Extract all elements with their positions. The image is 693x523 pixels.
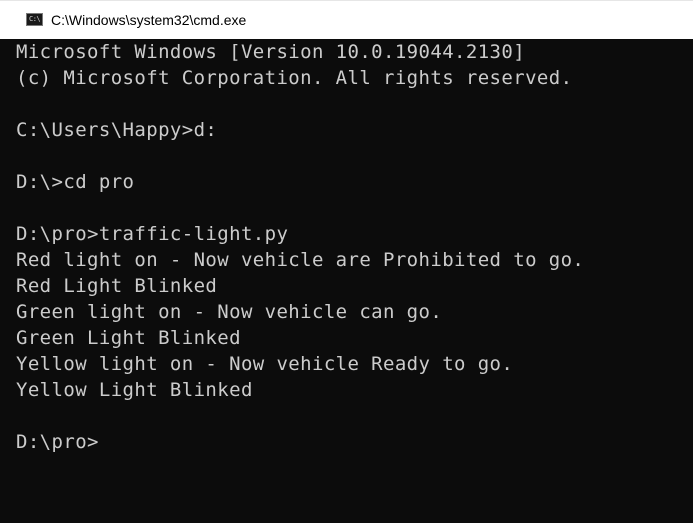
console-line: D:\>cd pro xyxy=(16,171,135,193)
console-line: Yellow light on - Now vehicle Ready to g… xyxy=(16,353,514,375)
console-line: D:\pro>traffic-light.py xyxy=(16,223,289,245)
console-line: Red light on - Now vehicle are Prohibite… xyxy=(16,249,585,271)
console-prompt-line[interactable]: D:\pro> xyxy=(16,429,99,455)
title-bar[interactable]: C:\ C:\Windows\system32\cmd.exe xyxy=(0,0,693,39)
cmd-window: C:\ C:\Windows\system32\cmd.exe Microsof… xyxy=(0,0,693,523)
console-line: Green light on - Now vehicle can go. xyxy=(16,301,443,323)
console-line: Yellow Light Blinked xyxy=(16,379,253,401)
cmd-console-icon: C:\ xyxy=(26,13,43,26)
console-line: C:\Users\Happy>d: xyxy=(16,119,218,141)
console-line: Green Light Blinked xyxy=(16,327,241,349)
console-line: Red Light Blinked xyxy=(16,275,218,297)
console-output-area[interactable]: Microsoft Windows [Version 10.0.19044.21… xyxy=(0,39,693,523)
console-line: (c) Microsoft Corporation. All rights re… xyxy=(16,67,573,89)
console-line: Microsoft Windows [Version 10.0.19044.21… xyxy=(16,41,526,63)
cmd-icon-glyph: C:\ xyxy=(29,15,41,23)
window-title: C:\Windows\system32\cmd.exe xyxy=(51,12,247,28)
